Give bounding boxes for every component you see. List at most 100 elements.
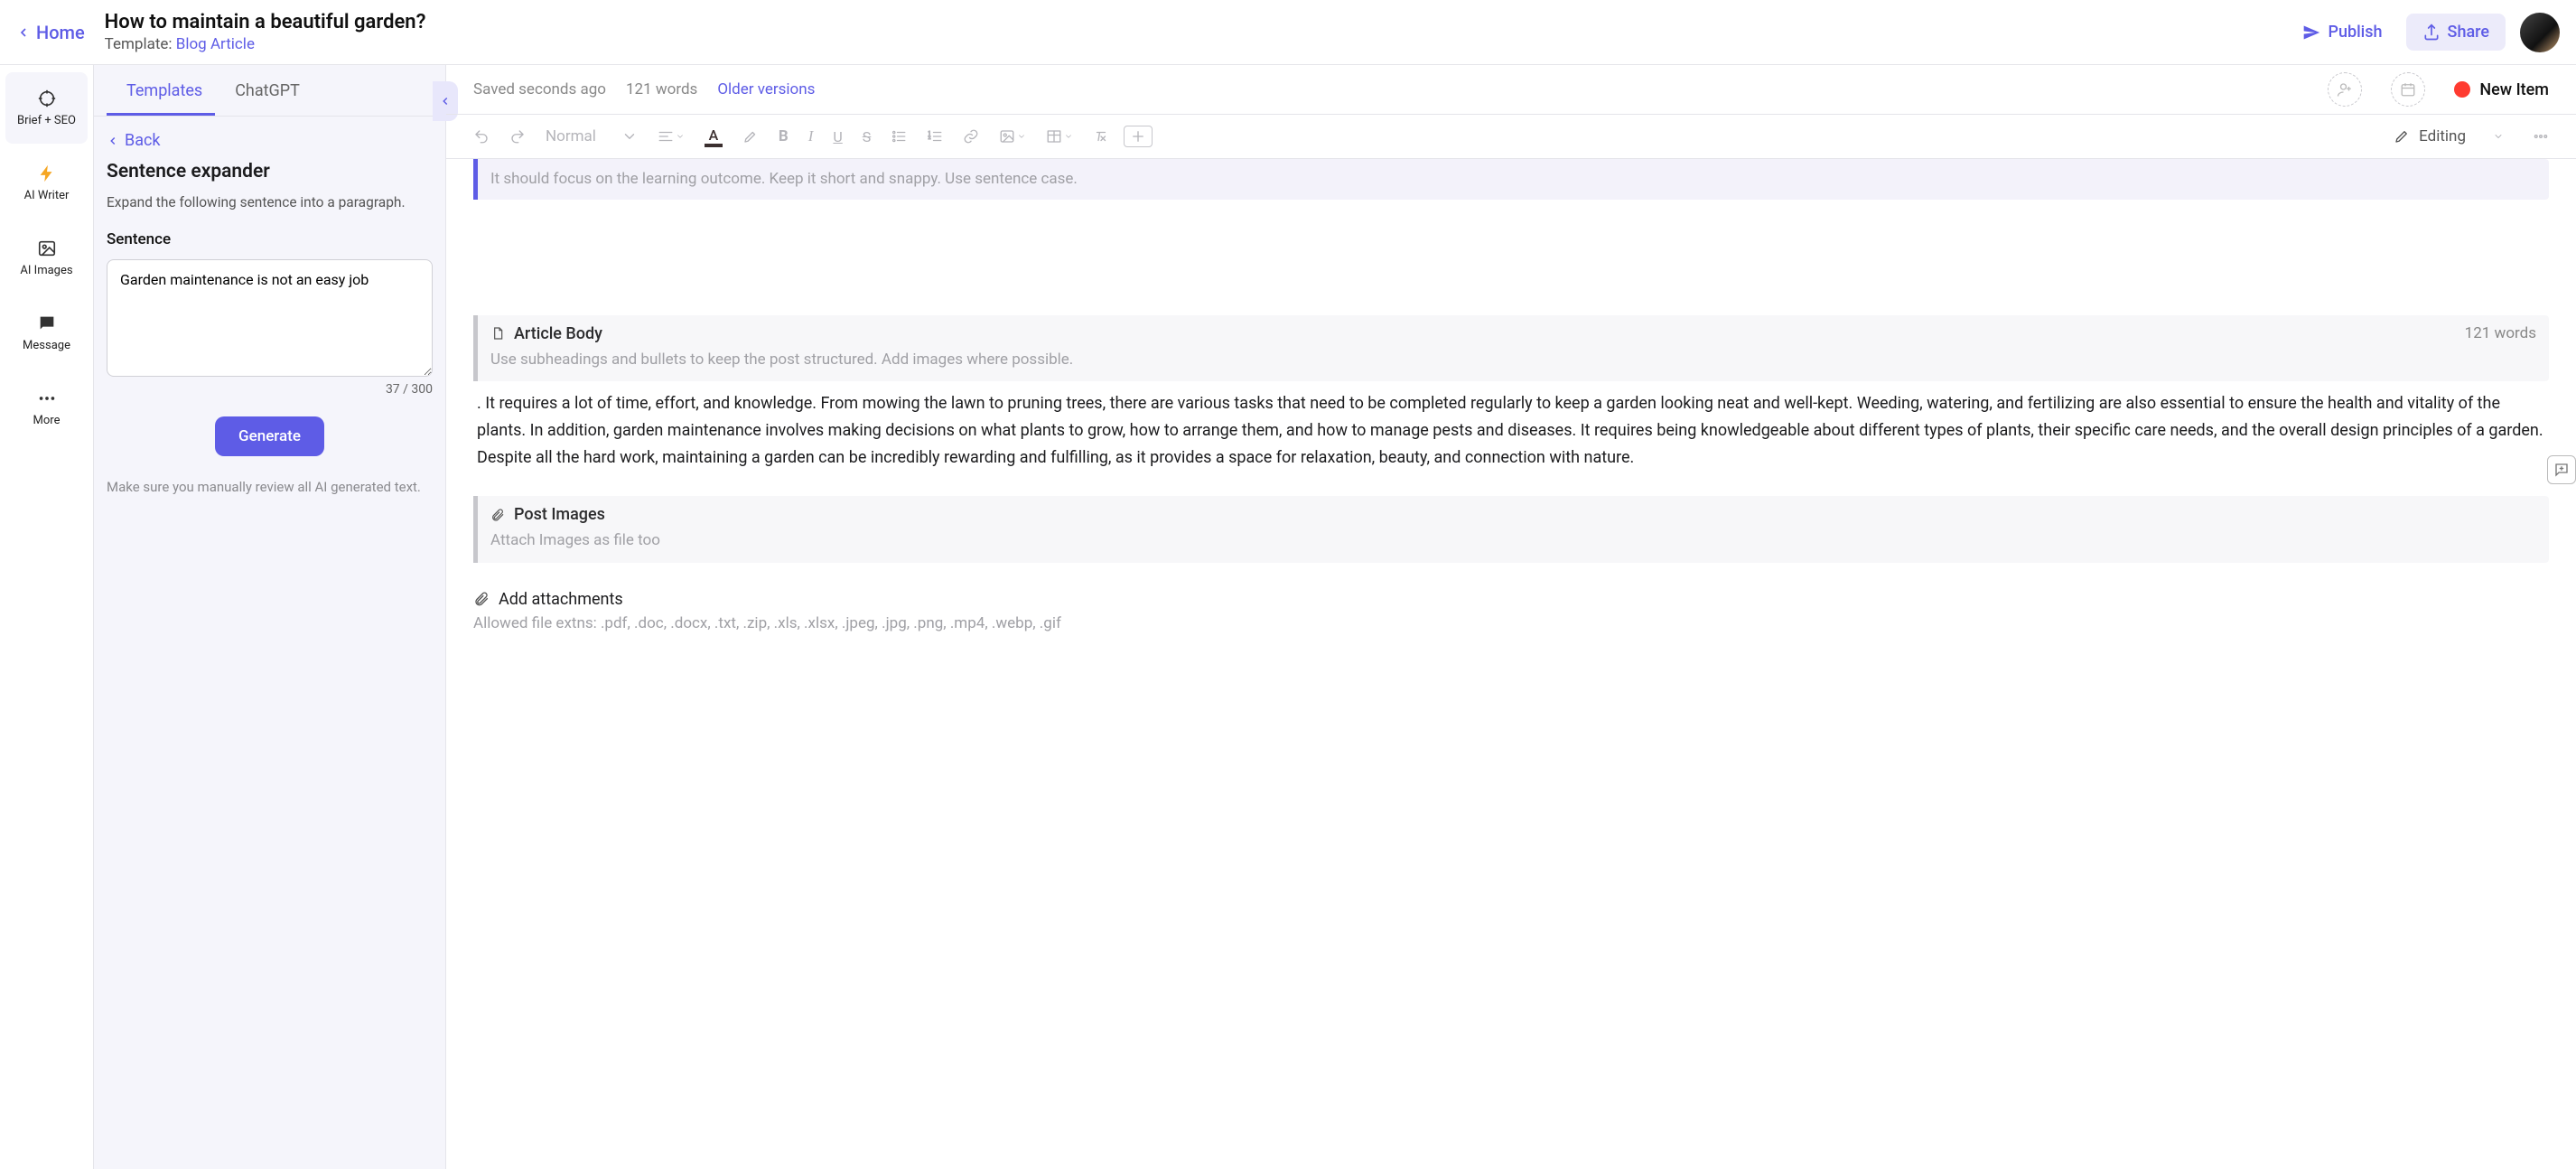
tool-subtitle: Expand the following sentence into a par… <box>107 193 433 212</box>
editing-mode-select[interactable]: Editing <box>2388 124 2509 149</box>
clear-format-button[interactable] <box>1087 125 1115 148</box>
icon-rail: Brief + SEO AI Writer AI Images Message … <box>0 65 94 1169</box>
tab-templates-label: Templates <box>126 81 202 100</box>
left-panel: Templates ChatGPT Back Sentence expander… <box>94 65 446 1169</box>
status-row: Saved seconds ago 121 words Older versio… <box>446 65 2576 114</box>
chevron-left-icon <box>107 135 119 147</box>
generate-button[interactable]: Generate <box>215 416 324 456</box>
link-icon <box>963 128 979 145</box>
back-button[interactable]: Back <box>107 131 433 150</box>
body-hint: Use subheadings and bullets to keep the … <box>490 349 2536 371</box>
calendar-icon <box>2400 81 2416 98</box>
rail-label: Brief + SEO <box>17 114 76 127</box>
body-heading: Article Body <box>514 324 602 343</box>
add-attachments-button[interactable]: Add attachments <box>473 590 2549 609</box>
chevron-down-icon <box>676 128 685 145</box>
status-dot-icon <box>2454 81 2470 98</box>
home-label: Home <box>36 22 85 43</box>
ellipsis-icon <box>37 388 57 408</box>
editor-toolbar: Normal A B I U S 12 Editing <box>446 114 2576 159</box>
app-header: Home How to maintain a beautiful garden?… <box>0 0 2576 65</box>
publish-button[interactable]: Publish <box>2286 14 2398 51</box>
add-assignee-button[interactable] <box>2328 72 2362 107</box>
new-item-status[interactable]: New Item <box>2454 80 2549 99</box>
images-heading-row: Post Images <box>490 505 2536 524</box>
body-heading-row: Article Body 121 words <box>490 324 2536 343</box>
title-hint: It should focus on the learning outcome.… <box>490 168 2536 191</box>
title-block: How to maintain a beautiful garden? Temp… <box>105 11 426 53</box>
rail-item-message[interactable]: Message <box>5 297 88 369</box>
rail-item-images[interactable]: AI Images <box>5 222 88 294</box>
paperclip-icon <box>490 508 505 522</box>
template-link[interactable]: Blog Article <box>176 35 255 53</box>
disclaimer-text: Make sure you manually review all AI gen… <box>107 478 433 497</box>
rail-label: More <box>33 414 61 427</box>
char-counter: 37 / 300 <box>386 382 433 397</box>
undo-button[interactable] <box>468 125 495 148</box>
body-section-callout: Article Body 121 words Use subheadings a… <box>473 315 2549 382</box>
overflow-button[interactable] <box>2527 125 2554 148</box>
tab-templates[interactable]: Templates <box>107 65 215 116</box>
italic-button[interactable]: I <box>803 124 819 149</box>
strike-icon: S <box>863 128 872 145</box>
upload-icon <box>2422 23 2441 42</box>
older-versions-link[interactable]: Older versions <box>717 80 815 98</box>
underline-button[interactable]: U <box>827 125 847 149</box>
comment-plus-icon <box>2553 462 2570 478</box>
publish-label: Publish <box>2328 23 2382 42</box>
pencil-icon <box>2394 128 2410 145</box>
paragraph-style-select[interactable]: Normal <box>540 124 643 149</box>
template-label: Template: <box>105 35 176 53</box>
align-left-icon <box>658 128 674 145</box>
avatar[interactable] <box>2520 13 2560 52</box>
bullet-list-button[interactable] <box>885 125 912 148</box>
image-button[interactable] <box>994 125 1031 148</box>
page-title: How to maintain a beautiful garden? <box>105 11 426 33</box>
editor-column: Saved seconds ago 121 words Older versio… <box>446 65 2576 1169</box>
clear-format-icon <box>1093 128 1109 145</box>
target-icon <box>37 89 57 108</box>
italic-icon: I <box>808 127 814 145</box>
chevron-down-icon <box>621 128 638 145</box>
table-button[interactable] <box>1041 125 1078 148</box>
home-link[interactable]: Home <box>16 22 85 43</box>
saved-status: Saved seconds ago <box>473 80 606 98</box>
bold-button[interactable]: B <box>773 124 794 149</box>
strike-button[interactable]: S <box>857 125 877 149</box>
paperclip-icon <box>473 591 490 607</box>
back-label: Back <box>125 131 161 150</box>
redo-button[interactable] <box>504 125 531 148</box>
rail-item-more[interactable]: More <box>5 372 88 444</box>
rail-label: Message <box>23 339 70 352</box>
chevron-down-icon <box>2493 128 2504 145</box>
paragraph-style-label: Normal <box>546 127 596 145</box>
share-button[interactable]: Share <box>2406 14 2506 51</box>
chevron-down-icon <box>1017 128 1026 145</box>
align-button[interactable] <box>652 125 690 148</box>
sentence-input[interactable] <box>107 259 433 377</box>
tab-chatgpt-label: ChatGPT <box>235 81 300 100</box>
attach-hint: Allowed file extns: .pdf, .doc, .docx, .… <box>473 614 2549 632</box>
rail-item-writer[interactable]: AI Writer <box>5 147 88 219</box>
rail-item-brief[interactable]: Brief + SEO <box>5 72 88 144</box>
undo-icon <box>473 128 490 145</box>
panel-body: Back Sentence expander Expand the follow… <box>94 117 445 497</box>
tab-chatgpt[interactable]: ChatGPT <box>215 65 313 116</box>
field-label: Sentence <box>107 230 433 248</box>
font-color-button[interactable]: A <box>699 123 728 151</box>
insert-button[interactable] <box>1124 126 1153 147</box>
tool-title: Sentence expander <box>107 161 433 182</box>
document-area[interactable]: It should focus on the learning outcome.… <box>446 159 2576 1169</box>
add-comment-button[interactable] <box>2547 455 2576 484</box>
user-plus-icon <box>2337 81 2353 98</box>
link-button[interactable] <box>957 125 985 148</box>
bolt-icon <box>37 164 57 183</box>
editing-mode-label: Editing <box>2419 127 2466 145</box>
number-list-button[interactable]: 12 <box>921 125 948 148</box>
ellipsis-icon <box>2533 128 2549 145</box>
schedule-button[interactable] <box>2391 72 2425 107</box>
article-body-text[interactable]: . It requires a lot of time, effort, and… <box>473 381 2549 471</box>
body-word-count: 121 words <box>2465 324 2536 342</box>
highlight-button[interactable] <box>737 125 764 148</box>
svg-text:2: 2 <box>929 136 931 141</box>
